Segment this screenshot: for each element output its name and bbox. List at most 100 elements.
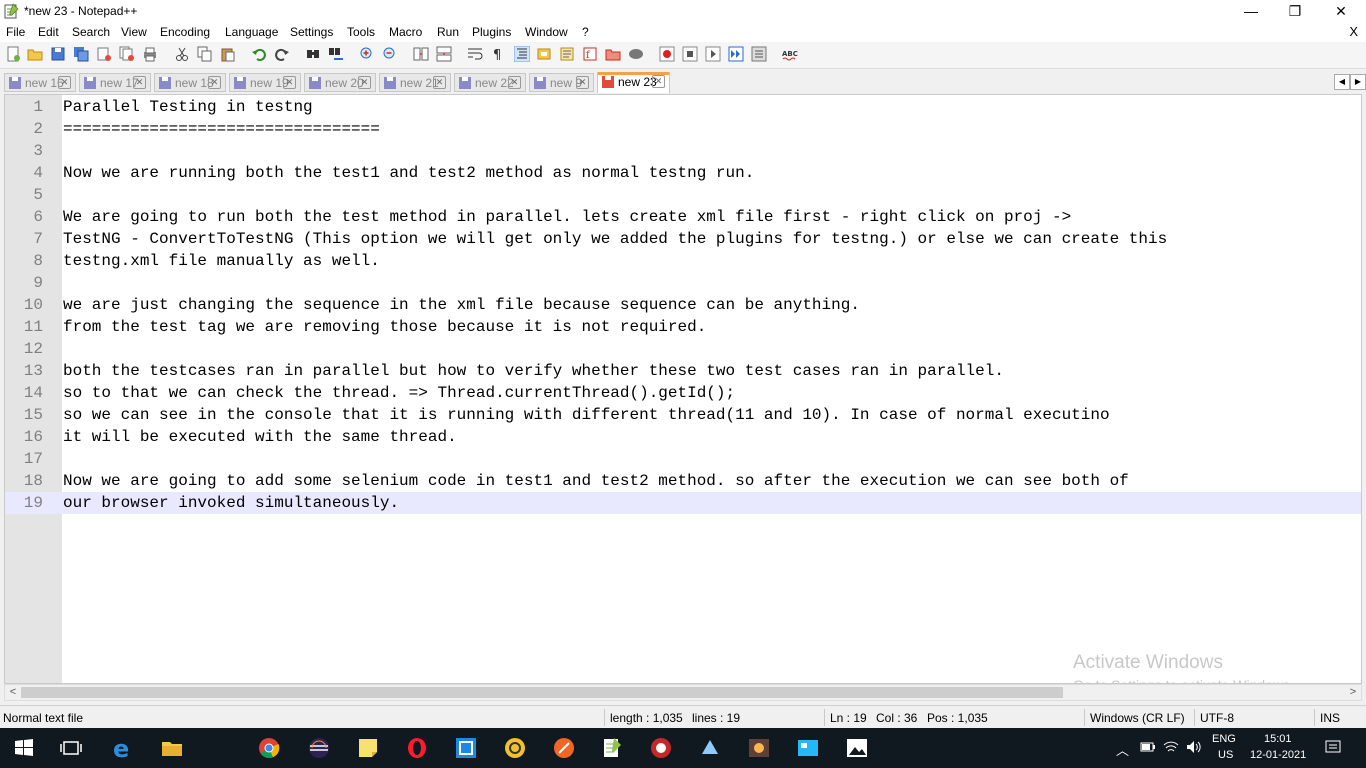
chrome-icon[interactable] [257,736,281,760]
battery-icon[interactable] [1140,740,1156,754]
cut-icon[interactable] [174,46,190,62]
opera-icon[interactable] [405,736,429,760]
editor-line[interactable]: 7 TestNG - ConvertToTestNG (This option w… [5,228,1361,250]
start-icon[interactable] [12,736,36,760]
stop-record-icon[interactable] [682,46,698,62]
sticky-notes-icon[interactable] [356,736,380,760]
tab-close-icon[interactable]: ✕ [508,76,521,89]
line-text[interactable]: Parallel Testing in testng [63,98,313,116]
eclipse-icon[interactable] [307,736,331,760]
maximize-button[interactable]: ❐ [1272,0,1318,22]
line-text[interactable]: from the test tag we are removing those … [63,318,706,336]
redo-icon[interactable] [274,46,290,62]
menu-settings[interactable]: Settings [290,25,333,39]
editor-line[interactable]: 9 [5,272,1361,294]
menu-tools[interactable]: Tools [347,25,375,39]
editor-line[interactable]: 18 Now we are going to add some selenium … [5,470,1361,492]
menu-search[interactable]: Search [72,25,110,39]
tab-new-21[interactable]: new 21 ✕ [379,73,451,92]
horizontal-scrollbar[interactable]: < > [4,684,1362,701]
line-text[interactable]: We are going to run both the test method… [63,208,1071,226]
app-icon[interactable] [454,736,478,760]
input-region[interactable]: US [1218,749,1233,761]
tab-new-17[interactable]: new 17 ✕ [79,73,151,92]
edge-icon[interactable]: e [111,736,135,760]
spell-check-icon[interactable]: ABC [782,46,798,62]
tab-close-icon[interactable]: ✕ [576,76,589,89]
undo-icon[interactable] [251,46,267,62]
tab-close-icon[interactable]: ✕ [652,75,665,88]
insert-mode-status[interactable]: INS [1320,711,1340,725]
line-text[interactable]: Now we are going to add some selenium co… [63,472,1129,490]
menu-edit[interactable]: Edit [38,25,59,39]
line-text[interactable]: Now we are running both the test1 and te… [63,164,754,182]
copy-icon[interactable] [197,46,213,62]
volume-icon[interactable] [1186,740,1202,754]
text-editor[interactable]: 1 Parallel Testing in testng 2 ============… [4,94,1362,684]
new-file-icon[interactable] [5,46,21,62]
encoding-status[interactable]: UTF-8 [1200,711,1234,725]
find-icon[interactable] [305,46,321,62]
save-macro-icon[interactable] [751,46,767,62]
line-text[interactable]: testng.xml file manually as well. [63,252,380,270]
scroll-left-icon[interactable]: < [6,685,20,700]
open-file-icon[interactable] [27,46,43,62]
app-icon-3[interactable] [552,736,576,760]
line-text[interactable]: TestNG - ConvertToTestNG (This option we… [63,230,1167,248]
photos-icon[interactable] [845,736,869,760]
menu-encoding[interactable]: Encoding [160,25,210,39]
monitoring-icon[interactable] [628,46,644,62]
menu-help[interactable]: ? [582,25,589,39]
word-wrap-icon[interactable] [467,46,483,62]
tab-new-23[interactable]: new 23 ✕ [597,72,670,93]
input-language[interactable]: ENG [1212,733,1236,745]
close-button[interactable]: ✕ [1318,0,1364,22]
app-icon-4[interactable] [649,736,673,760]
close-icon[interactable] [96,46,112,62]
menu-window[interactable]: Window [525,25,568,39]
tab-close-icon[interactable]: ✕ [133,76,146,89]
line-text[interactable]: so we can see in the console that it is … [63,406,1110,424]
line-text[interactable]: ================================= [63,120,380,138]
editor-line[interactable]: 5 [5,184,1361,206]
task-view-icon[interactable] [59,736,83,760]
tab-close-icon[interactable]: ✕ [58,76,71,89]
tab-new-16[interactable]: new 16 ✕ [4,73,76,92]
menu-plugins[interactable]: Plugins [472,25,511,39]
replace-icon[interactable] [328,46,344,62]
tab-new-9[interactable]: new 9 ✕ [529,73,594,92]
editor-line[interactable]: 4 Now we are running both the test1 and t… [5,162,1361,184]
editor-line[interactable]: 1 Parallel Testing in testng [5,96,1361,118]
function-list-icon[interactable]: f [582,46,598,62]
line-text[interactable]: both the testcases ran in parallel but h… [63,362,1004,380]
line-text[interactable]: we are just changing the sequence in the… [63,296,860,314]
zoom-out-icon[interactable] [382,46,398,62]
sync-v-icon[interactable] [413,46,429,62]
sync-h-icon[interactable] [436,46,452,62]
tab-close-icon[interactable]: ✕ [433,76,446,89]
clock-date[interactable]: 12-01-2021 [1250,749,1306,761]
udl-icon[interactable] [536,46,552,62]
menu-file[interactable]: File [6,25,25,39]
editor-line[interactable]: 2 ================================= [5,118,1361,140]
folder-as-workspace-icon[interactable] [605,46,621,62]
menu-language[interactable]: Language [225,25,278,39]
file-explorer-icon[interactable] [160,736,184,760]
save-all-icon[interactable] [73,46,89,62]
line-text[interactable]: so to that we can check the thread. => T… [63,384,735,402]
close-all-icon[interactable] [119,46,135,62]
app-icon-7[interactable] [796,736,820,760]
tab-scroll-left-icon[interactable]: ◀ [1334,74,1350,90]
clock-time[interactable]: 15:01 [1264,733,1292,745]
menu-macro[interactable]: Macro [389,25,422,39]
editor-line[interactable]: 3 [5,140,1361,162]
editor-line[interactable]: 10 we are just changing the sequence in t… [5,294,1361,316]
editor-line[interactable]: 14 so to that we can check the thread. =>… [5,382,1361,404]
editor-line[interactable]: 19 our browser invoked simultaneously. [5,492,1361,514]
scrollbar-thumb[interactable] [21,687,1063,698]
save-icon[interactable] [50,46,66,62]
doc-map-icon[interactable] [559,46,575,62]
editor-line[interactable]: 17 [5,448,1361,470]
editor-line[interactable]: 15 so we can see in the console that it i… [5,404,1361,426]
menu-view[interactable]: View [121,25,147,39]
